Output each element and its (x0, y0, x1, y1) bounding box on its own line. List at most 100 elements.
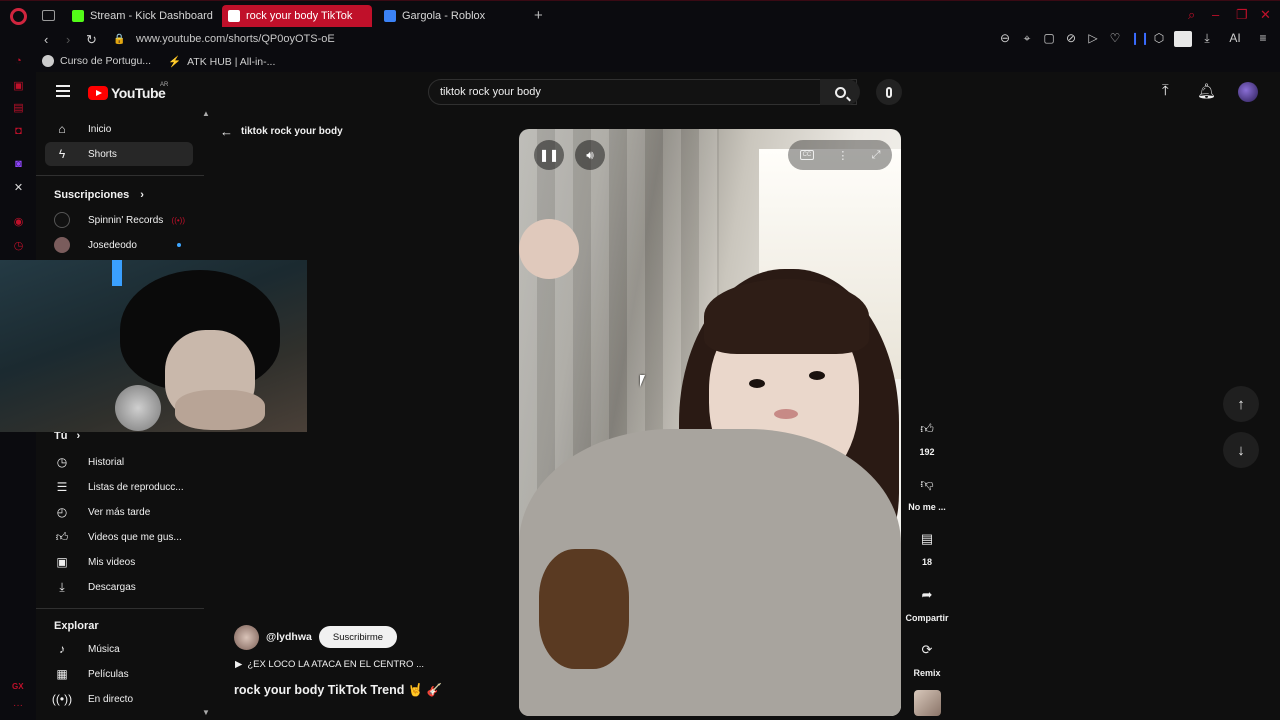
previous-short-button[interactable]: ↑ (1223, 386, 1259, 422)
adblock-icon[interactable]: ⊘ (1064, 31, 1078, 47)
tab-switcher-icon[interactable] (42, 10, 55, 21)
minimize-icon[interactable]: – (1212, 7, 1219, 22)
player-icon[interactable]: ▷ (1086, 31, 1100, 47)
new-content-dot (177, 243, 181, 247)
scroll-up-icon[interactable]: ▲ (202, 109, 210, 118)
bookmark-label: Curso de Portugu... (60, 55, 152, 67)
gx-control-icon[interactable]: ◔ (12, 55, 25, 68)
notifications-bell-icon[interactable]: 🔔︎ (1197, 82, 1216, 100)
fullscreen-icon[interactable]: ⤢ (872, 149, 881, 162)
download-icon[interactable]: ⤓ (1200, 31, 1214, 47)
extensions-icon[interactable]: ⬡ (1152, 31, 1166, 47)
sidebar-item-downloads[interactable]: ⤓ Descargas (45, 575, 193, 599)
comments-action[interactable]: ▤ 18 (903, 525, 951, 567)
account-avatar[interactable] (1238, 82, 1258, 102)
gx-store-icon[interactable]: ▣ (12, 80, 25, 93)
search-value: tiktok rock your body (440, 86, 541, 98)
tab-label: Gargola - Roblox (402, 10, 486, 22)
heart-icon[interactable]: ♡ (1108, 31, 1122, 47)
pin-icon[interactable]: ⌖ (1020, 31, 1034, 47)
url-field[interactable]: www.youtube.com/shorts/QP0oyOTS-oE (136, 33, 335, 45)
close-window-icon[interactable]: ✕ (1260, 7, 1271, 23)
sidebar-item-my-videos[interactable]: ▣ Mis videos (45, 550, 193, 574)
audio-icon[interactable]: ❙❙ (1130, 31, 1150, 47)
sidebar-item-music[interactable]: ♪ Música (45, 637, 193, 661)
subscribe-button[interactable]: Suscribirme (319, 626, 397, 648)
sidebar-item-liked-videos[interactable]: 👍︎ Videos que me gus... (45, 525, 193, 549)
remix-icon[interactable]: ⟳ (913, 636, 941, 664)
bookmark-label: ATK HUB | All-in-... (187, 55, 276, 68)
voice-search-button[interactable] (876, 79, 902, 105)
search-button[interactable] (820, 79, 860, 105)
extension-avatar-icon[interactable] (1174, 31, 1192, 47)
sidebar-item-label: Música (88, 643, 120, 655)
shorts-video-player[interactable]: ❚❚ 🔊︎ CC ⋮ ⤢ (519, 129, 901, 716)
tab-kick-dashboard[interactable]: Stream - Kick Dashboard (66, 5, 218, 27)
back-to-search[interactable]: ← tiktok rock your body (220, 124, 343, 139)
back-icon[interactable]: ‹ (44, 32, 48, 47)
reload-icon[interactable]: ↻ (86, 32, 97, 48)
video-shirt-print (539, 549, 629, 669)
live-indicator-icon: ((•)) (171, 215, 185, 225)
subscriptions-heading[interactable]: Suscripciones › (54, 189, 144, 201)
country-code: AR (160, 82, 169, 88)
sidebar-item-shorts[interactable]: ϟ Shorts (45, 142, 193, 166)
player-sidebar-icon[interactable]: ◉ (12, 216, 25, 229)
channel-handle[interactable]: @lydhwa (266, 631, 312, 643)
forward-icon[interactable]: › (66, 32, 70, 47)
captions-icon[interactable]: CC (799, 150, 815, 160)
clock-icon: ◴ (56, 505, 68, 519)
new-tab-button[interactable]: + (534, 8, 543, 23)
search-tabs-icon[interactable]: ⌕ (1188, 7, 1195, 23)
volume-button[interactable]: 🔊︎ (575, 140, 605, 170)
snapshot-icon[interactable]: ▢ (1042, 31, 1056, 47)
scroll-down-icon[interactable]: ▼ (202, 708, 210, 717)
sidebar-item-inicio[interactable]: ⌂ Inicio (45, 117, 193, 141)
channel-avatar[interactable] (234, 625, 259, 650)
webcam-microphone (115, 385, 161, 431)
sidebar-item-live[interactable]: ((•)) En directo (45, 687, 193, 711)
share-icon[interactable]: ➦ (913, 581, 941, 609)
upload-icon[interactable]: ⤒ (1162, 82, 1169, 99)
gx-corner-icon[interactable]: ▤ (12, 102, 25, 115)
search-input[interactable]: tiktok rock your body ✕ (428, 79, 857, 105)
tab-roblox[interactable]: Gargola - Roblox (378, 5, 528, 27)
like-icon[interactable]: 👍︎ (913, 415, 941, 443)
opera-gx-logo-icon[interactable] (10, 8, 27, 25)
sidebar-item-playlists[interactable]: ☰ Listas de reproducc... (45, 475, 193, 499)
sound-thumbnail[interactable] (914, 690, 941, 716)
ai-button[interactable]: AI (1222, 31, 1248, 47)
dislike-icon[interactable]: 👎︎ (913, 470, 941, 498)
explore-heading: Explorar (54, 620, 99, 632)
remix-action[interactable]: ⟳ Remix (903, 636, 951, 678)
next-short-button[interactable]: ↓ (1223, 432, 1259, 468)
history-sidebar-icon[interactable]: ◷ (12, 240, 25, 253)
maximize-icon[interactable]: ❐ (1236, 7, 1248, 23)
sidebar-item-movies[interactable]: ▦ Películas (45, 662, 193, 686)
twitch-icon[interactable]: ◙ (12, 158, 25, 171)
pause-button[interactable]: ❚❚ (534, 140, 564, 170)
sidebar-item-josedeodo[interactable]: Josedeodo (45, 233, 193, 257)
like-action[interactable]: 👍︎ 192 (903, 415, 951, 457)
video-raised-hand (519, 219, 579, 279)
bookmark-curso[interactable]: Curso de Portugu... (42, 55, 151, 67)
sidebar-item-watch-later[interactable]: ◴ Ver más tarde (45, 500, 193, 524)
bookmark-atk-hub[interactable]: ⚡ ATK HUB | All-in-... (168, 55, 276, 69)
sidebar-item-historial[interactable]: ◷ Historial (45, 450, 193, 474)
comment-icon[interactable]: ▤ (913, 525, 941, 553)
instagram-icon[interactable]: ◘ (12, 125, 25, 138)
more-dots-icon[interactable]: ··· (13, 700, 23, 711)
dislike-action[interactable]: 👎︎ No me ... (903, 470, 951, 512)
youtube-logo[interactable]: YouTube (88, 85, 166, 101)
tab-youtube-active[interactable]: rock your body TikTok (222, 5, 372, 27)
x-icon[interactable]: ✕ (12, 182, 25, 195)
share-action[interactable]: ➦ Compartir (903, 581, 951, 623)
zoom-out-icon[interactable]: ⊖ (998, 31, 1012, 47)
more-options-icon[interactable]: ⋮ (837, 149, 848, 162)
menu-icon[interactable]: ≡ (1256, 31, 1270, 47)
hamburger-menu-icon[interactable] (56, 85, 70, 97)
player-controls-group: CC ⋮ ⤢ (788, 140, 892, 170)
arrow-up-icon: ↑ (1237, 395, 1245, 413)
sidebar-item-spinnin-records[interactable]: Spinnin' Records ((•)) (45, 208, 193, 232)
song-link[interactable]: ▶ ¿EX LOCO LA ATACA EN EL CENTRO ... (235, 659, 424, 670)
